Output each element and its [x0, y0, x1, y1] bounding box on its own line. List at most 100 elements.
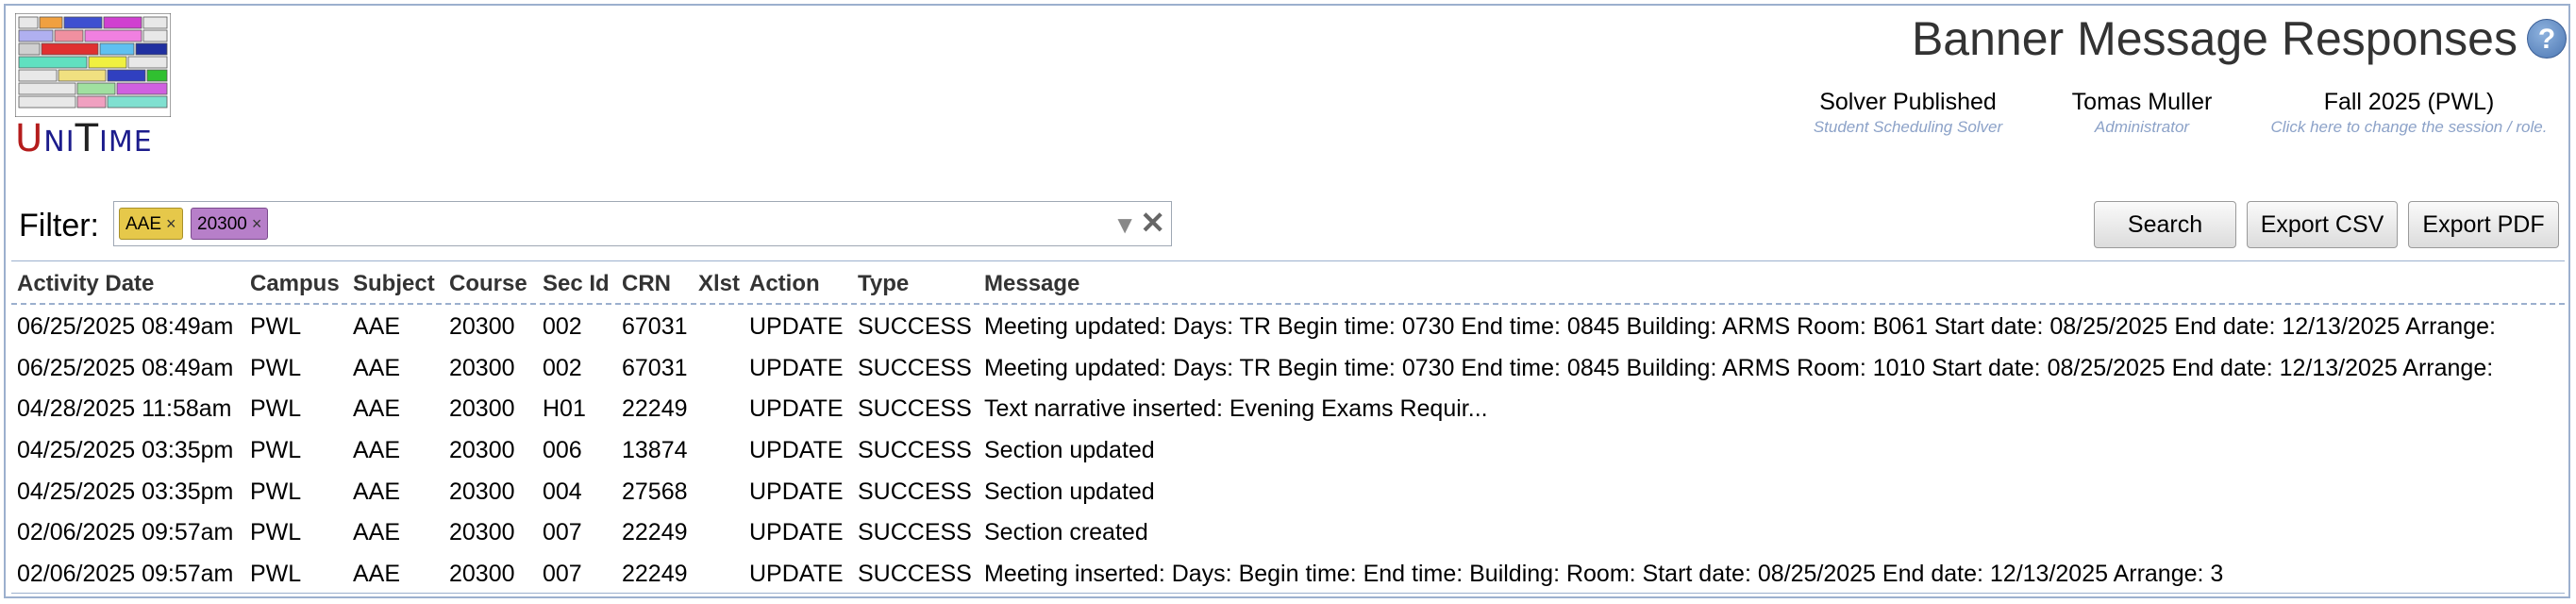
session-selector[interactable]: Fall 2025 (PWL) Click here to change the… [2268, 89, 2550, 137]
table-row[interactable]: 06/25/2025 08:49am PWL AAE 20300 002 67031 UPD… [11, 345, 2565, 387]
cell-action: UPDATE [749, 561, 844, 588]
cell-course: 20300 [449, 395, 515, 423]
cell-crn: 13874 [622, 437, 688, 464]
cell-sec-id: 007 [543, 561, 582, 588]
cell-subject: AAE [353, 354, 401, 381]
cell-campus: PWL [250, 437, 302, 464]
responses-table: Activity Date Campus Subject Course Sec … [11, 260, 2565, 593]
cell-sec-id: 004 [543, 478, 582, 505]
column-header-message[interactable]: Message [984, 271, 1079, 297]
column-header-activity-date[interactable]: Activity Date [17, 271, 154, 297]
column-header-xlst[interactable]: Xlst [698, 271, 740, 297]
user-info: Tomas Muller Administrator [2057, 89, 2227, 137]
column-header-crn[interactable]: CRN [622, 271, 671, 297]
cell-sec-id: 002 [543, 313, 582, 340]
user-role: Administrator [2094, 118, 2190, 136]
cell-subject: AAE [353, 519, 401, 546]
cell-subject: AAE [353, 561, 401, 588]
cell-subject: AAE [353, 437, 401, 464]
cell-course: 20300 [449, 561, 515, 588]
solver-status: Solver Published Student Scheduling Solv… [1802, 89, 2014, 137]
cell-sec-id: 002 [543, 354, 582, 381]
export-pdf-button[interactable]: Export PDF [2408, 201, 2559, 248]
filter-dropdown-icon[interactable]: ▼ [1112, 210, 1137, 240]
cell-type: SUCCESS [858, 478, 972, 505]
cell-course: 20300 [449, 354, 515, 381]
cell-crn: 27568 [622, 478, 688, 505]
cell-action: UPDATE [749, 354, 844, 381]
export-csv-button[interactable]: Export CSV [2247, 201, 2398, 248]
page-title: Banner Message Responses [1911, 12, 2517, 65]
cell-type: SUCCESS [858, 354, 972, 381]
cell-course: 20300 [449, 313, 515, 340]
cell-message: Section created [984, 519, 1148, 546]
cell-action: UPDATE [749, 478, 844, 505]
cell-sec-id: 007 [543, 519, 582, 546]
filter-chip-label: 20300 [197, 214, 247, 234]
chip-remove-icon[interactable]: × [166, 214, 176, 233]
column-header-type[interactable]: Type [858, 271, 909, 297]
cell-type: SUCCESS [858, 395, 972, 423]
cell-type: SUCCESS [858, 519, 972, 546]
help-icon[interactable]: ? [2527, 19, 2567, 59]
table-row[interactable]: 04/25/2025 03:35pm PWL AAE 20300 006 13874 UPD… [11, 428, 2565, 469]
session-name[interactable]: Fall 2025 (PWL) [2268, 89, 2550, 116]
cell-message: Section updated [984, 478, 1155, 505]
cell-message: Meeting updated: Days: TR Begin time: 07… [984, 354, 2494, 381]
cell-action: UPDATE [749, 519, 844, 546]
session-change-hint[interactable]: Click here to change the session / role. [2268, 118, 2550, 137]
cell-message: Section updated [984, 437, 1155, 464]
solver-status-sub: Student Scheduling Solver [1813, 118, 2003, 136]
cell-crn: 22249 [622, 561, 688, 588]
cell-message: Meeting updated: Days: TR Begin time: 07… [984, 313, 2496, 340]
cell-sec-id: H01 [543, 395, 586, 423]
cell-activity-date: 06/25/2025 08:49am [17, 354, 234, 381]
user-name: Tomas Muller [2071, 89, 2213, 115]
filter-input[interactable]: AAE × 20300 × ▼ ✕ [113, 201, 1172, 246]
column-header-course[interactable]: Course [449, 271, 527, 297]
cell-crn: 22249 [622, 395, 688, 423]
column-header-subject[interactable]: Subject [353, 271, 435, 297]
cell-type: SUCCESS [858, 313, 972, 340]
filter-chip-subject[interactable]: AAE × [119, 208, 183, 240]
cell-activity-date: 06/25/2025 08:49am [17, 313, 234, 340]
cell-crn: 67031 [622, 313, 688, 340]
cell-action: UPDATE [749, 437, 844, 464]
table-row[interactable]: 06/25/2025 08:49am PWL AAE 20300 002 67031 UPD… [11, 304, 2565, 345]
filter-clear-icon[interactable]: ✕ [1140, 208, 1165, 238]
cell-subject: AAE [353, 478, 401, 505]
table-bottom-border [11, 593, 2565, 594]
table-header: Activity Date Campus Subject Course Sec … [11, 260, 2565, 305]
cell-subject: AAE [353, 313, 401, 340]
cell-campus: PWL [250, 478, 302, 505]
search-button[interactable]: Search [2094, 201, 2236, 248]
cell-course: 20300 [449, 519, 515, 546]
cell-activity-date: 04/25/2025 03:35pm [17, 478, 234, 505]
cell-activity-date: 02/06/2025 09:57am [17, 519, 234, 546]
column-header-action[interactable]: Action [749, 271, 820, 297]
cell-subject: AAE [353, 395, 401, 423]
table-row[interactable]: 02/06/2025 09:57am PWL AAE 20300 007 22249 UPD… [11, 510, 2565, 551]
chip-remove-icon[interactable]: × [252, 214, 262, 233]
cell-campus: PWL [250, 519, 302, 546]
cell-activity-date: 04/28/2025 11:58am [17, 395, 232, 423]
cell-activity-date: 02/06/2025 09:57am [17, 561, 234, 588]
cell-type: SUCCESS [858, 437, 972, 464]
filter-chip-course[interactable]: 20300 × [191, 208, 269, 240]
table-row[interactable]: 02/06/2025 09:57am PWL AAE 20300 007 22249 UPD… [11, 551, 2565, 593]
table-body: 06/25/2025 08:49am PWL AAE 20300 002 67031 UPD… [11, 304, 2565, 593]
table-row[interactable]: 04/25/2025 03:35pm PWL AAE 20300 004 27568 UPD… [11, 469, 2565, 511]
cell-campus: PWL [250, 313, 302, 340]
cell-course: 20300 [449, 478, 515, 505]
cell-action: UPDATE [749, 395, 844, 423]
cell-type: SUCCESS [858, 561, 972, 588]
column-header-campus[interactable]: Campus [250, 271, 340, 297]
column-header-sec-id[interactable]: Sec Id [543, 271, 610, 297]
cell-sec-id: 006 [543, 437, 582, 464]
cell-message: Meeting inserted: Days: Begin time: End … [984, 561, 2224, 588]
cell-course: 20300 [449, 437, 515, 464]
table-row[interactable]: 04/28/2025 11:58am PWL AAE 20300 H01 22249 UPD… [11, 386, 2565, 428]
cell-crn: 22249 [622, 519, 688, 546]
cell-crn: 67031 [622, 354, 688, 381]
cell-campus: PWL [250, 395, 302, 423]
